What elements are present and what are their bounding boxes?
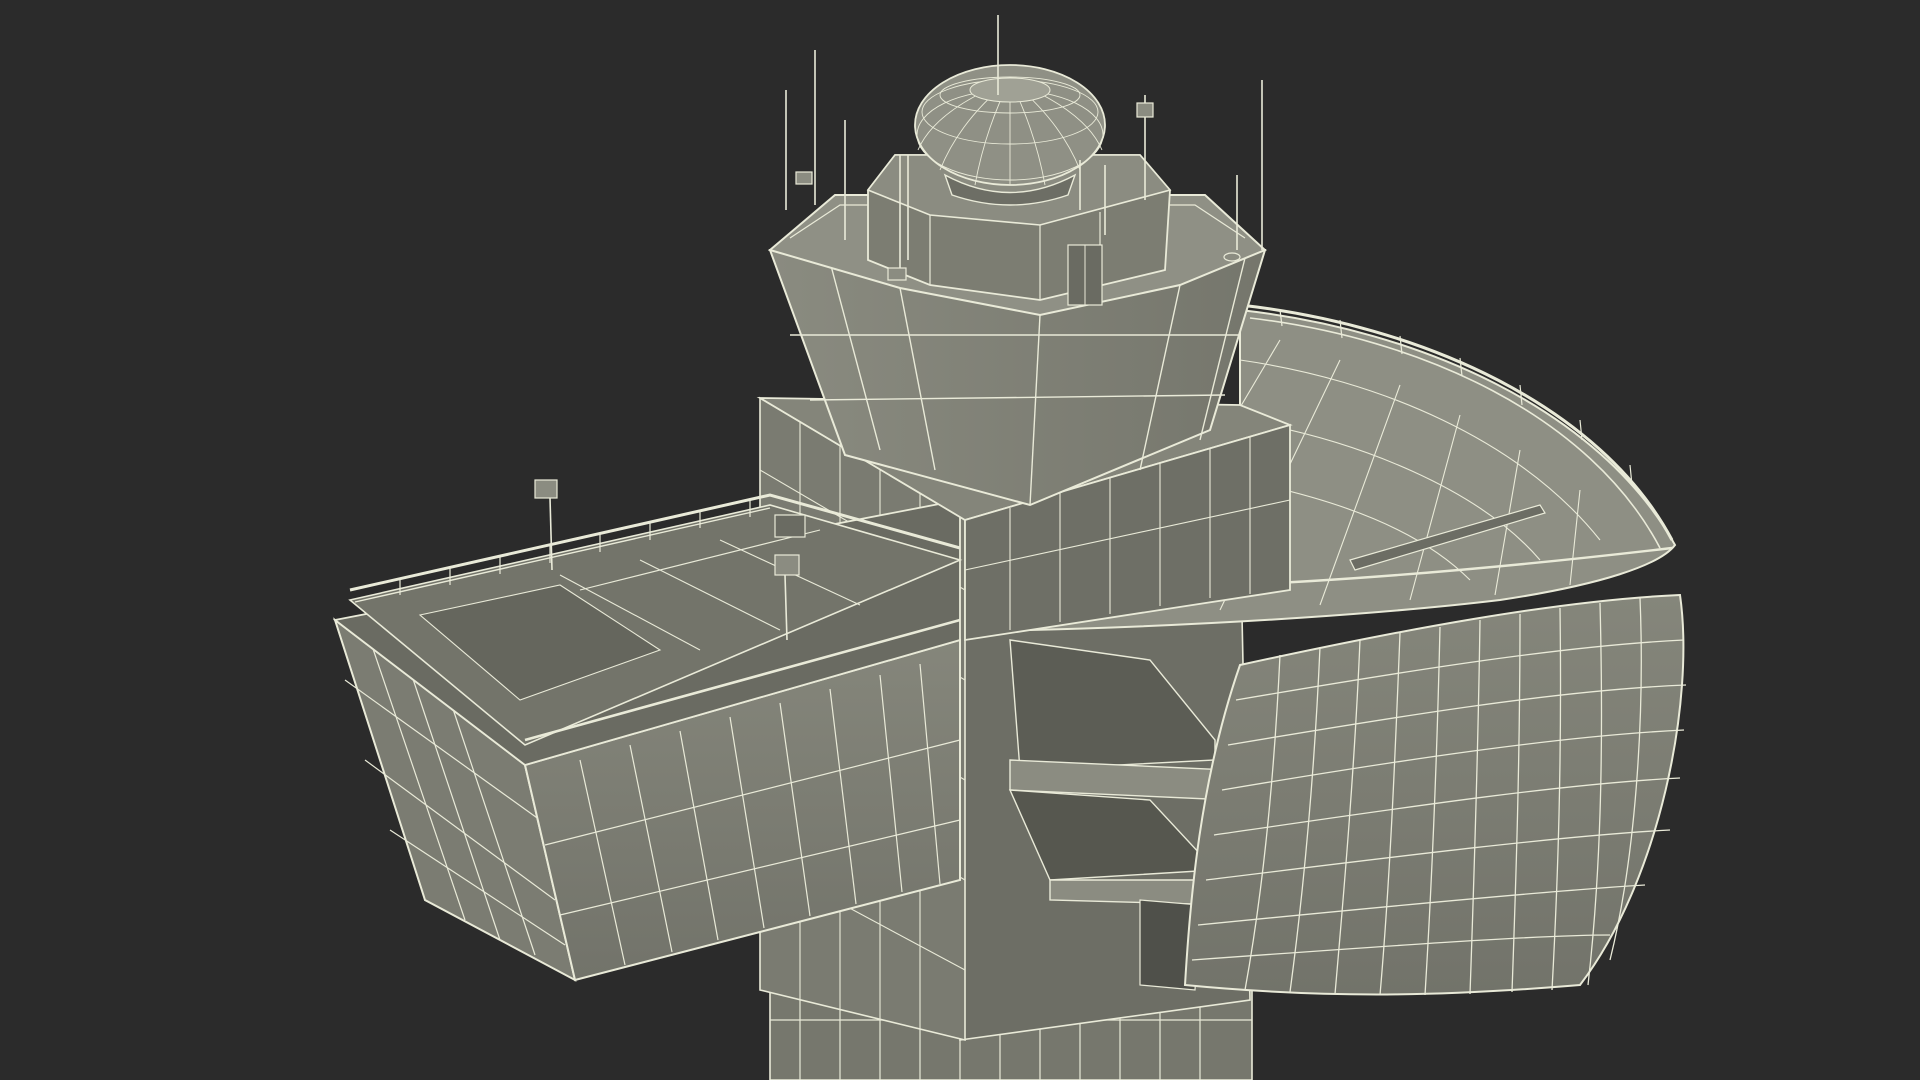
- tower-wireframe-render: [0, 0, 1920, 1080]
- 3d-viewport[interactable]: [0, 0, 1920, 1080]
